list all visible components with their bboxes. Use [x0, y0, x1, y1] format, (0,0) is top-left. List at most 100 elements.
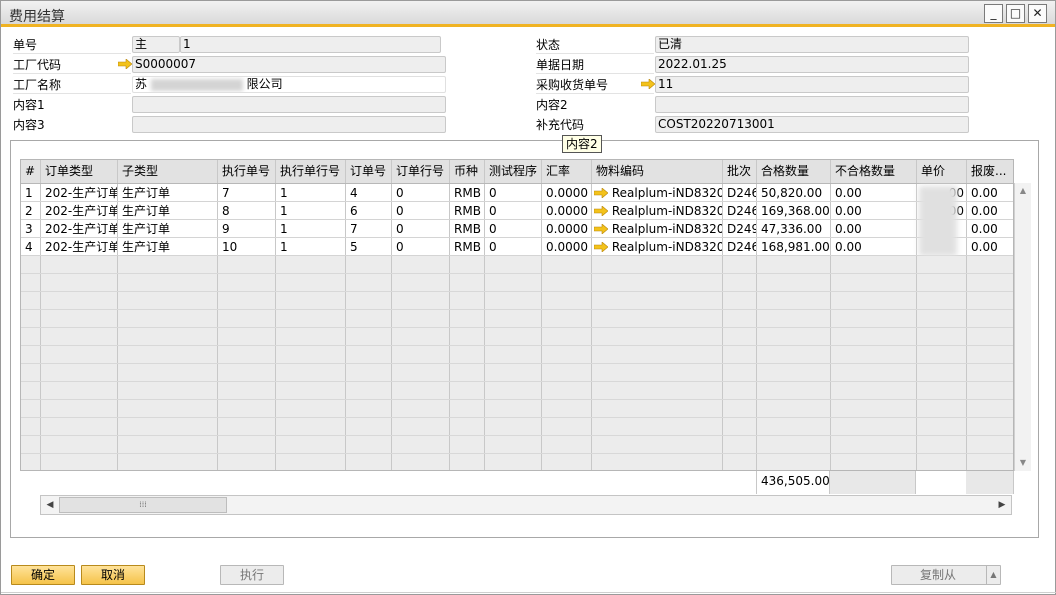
- empty-cell[interactable]: [392, 328, 450, 345]
- cancel-button[interactable]: 取消: [81, 565, 145, 585]
- qualified-qty-cell[interactable]: 169,368.00: [757, 202, 831, 219]
- empty-cell[interactable]: [485, 292, 542, 309]
- empty-cell[interactable]: [41, 364, 118, 381]
- empty-row[interactable]: [21, 454, 1013, 470]
- empty-cell[interactable]: [392, 454, 450, 470]
- col-header[interactable]: 不合格数量: [831, 160, 917, 183]
- empty-cell[interactable]: [757, 454, 831, 470]
- empty-cell[interactable]: [392, 274, 450, 291]
- empty-cell[interactable]: [118, 274, 218, 291]
- empty-cell[interactable]: [967, 256, 1013, 273]
- empty-cell[interactable]: [485, 418, 542, 435]
- empty-cell[interactable]: [757, 328, 831, 345]
- empty-cell[interactable]: [831, 256, 917, 273]
- test-program-cell[interactable]: 0: [485, 220, 542, 237]
- empty-cell[interactable]: [485, 364, 542, 381]
- empty-cell[interactable]: [917, 256, 967, 273]
- scroll-up-icon[interactable]: ▲: [1015, 183, 1031, 199]
- empty-cell[interactable]: [218, 292, 276, 309]
- batch-cell[interactable]: D246: [723, 184, 757, 201]
- empty-cell[interactable]: [542, 436, 592, 453]
- currency-cell[interactable]: RMB: [450, 184, 485, 201]
- scrap-cell[interactable]: 0.00: [967, 202, 1013, 219]
- link-arrow-icon[interactable]: [593, 187, 609, 199]
- table-row[interactable]: 1 202-生产订单 生产订单 7 1 4 0 RMB 0 0.0000 Rea…: [21, 184, 1013, 202]
- exec-line-cell[interactable]: 1: [276, 202, 346, 219]
- empty-cell[interactable]: [831, 418, 917, 435]
- empty-cell[interactable]: [21, 364, 41, 381]
- empty-cell[interactable]: [21, 346, 41, 363]
- currency-cell[interactable]: RMB: [450, 202, 485, 219]
- empty-cell[interactable]: [41, 346, 118, 363]
- rate-cell[interactable]: 0.0000: [542, 238, 592, 255]
- scrap-cell[interactable]: 0.00: [967, 238, 1013, 255]
- empty-cell[interactable]: [967, 310, 1013, 327]
- empty-cell[interactable]: [346, 418, 392, 435]
- empty-cell[interactable]: [967, 454, 1013, 470]
- empty-cell[interactable]: [831, 346, 917, 363]
- empty-cell[interactable]: [485, 310, 542, 327]
- table-row[interactable]: 2 202-生产订单 生产订单 8 1 6 0 RMB 0 0.0000 Rea…: [21, 202, 1013, 220]
- batch-cell[interactable]: D249: [723, 220, 757, 237]
- maximize-icon[interactable]: □: [1006, 4, 1025, 23]
- empty-cell[interactable]: [542, 400, 592, 417]
- empty-cell[interactable]: [450, 400, 485, 417]
- empty-cell[interactable]: [450, 418, 485, 435]
- exec-no-cell[interactable]: 9: [218, 220, 276, 237]
- empty-cell[interactable]: [21, 382, 41, 399]
- empty-cell[interactable]: [218, 382, 276, 399]
- empty-cell[interactable]: [831, 400, 917, 417]
- exec-line-cell[interactable]: 1: [276, 184, 346, 201]
- empty-cell[interactable]: [592, 364, 723, 381]
- scroll-right-icon[interactable]: ▶: [994, 497, 1010, 513]
- empty-cell[interactable]: [218, 418, 276, 435]
- empty-row[interactable]: [21, 346, 1013, 364]
- empty-cell[interactable]: [118, 400, 218, 417]
- empty-cell[interactable]: [723, 310, 757, 327]
- col-header[interactable]: #: [21, 160, 41, 183]
- col-header[interactable]: 子类型: [118, 160, 218, 183]
- empty-cell[interactable]: [218, 364, 276, 381]
- empty-cell[interactable]: [757, 364, 831, 381]
- rate-cell[interactable]: 0.0000: [542, 184, 592, 201]
- doc-series-select[interactable]: 主: [132, 36, 180, 53]
- empty-cell[interactable]: [917, 292, 967, 309]
- link-arrow-icon[interactable]: [641, 79, 655, 89]
- status-field[interactable]: 已清: [655, 36, 969, 53]
- empty-cell[interactable]: [392, 292, 450, 309]
- empty-cell[interactable]: [392, 310, 450, 327]
- rate-cell[interactable]: 0.0000: [542, 220, 592, 237]
- empty-cell[interactable]: [831, 310, 917, 327]
- empty-cell[interactable]: [917, 310, 967, 327]
- empty-cell[interactable]: [542, 328, 592, 345]
- empty-cell[interactable]: [592, 256, 723, 273]
- scroll-down-icon[interactable]: ▼: [1015, 455, 1031, 471]
- empty-cell[interactable]: [917, 328, 967, 345]
- empty-cell[interactable]: [276, 256, 346, 273]
- exec-no-cell[interactable]: 10: [218, 238, 276, 255]
- empty-cell[interactable]: [218, 346, 276, 363]
- empty-cell[interactable]: [276, 454, 346, 470]
- empty-cell[interactable]: [450, 364, 485, 381]
- empty-cell[interactable]: [41, 454, 118, 470]
- empty-cell[interactable]: [346, 292, 392, 309]
- test-program-cell[interactable]: 0: [485, 238, 542, 255]
- empty-cell[interactable]: [276, 400, 346, 417]
- empty-cell[interactable]: [276, 292, 346, 309]
- empty-cell[interactable]: [21, 418, 41, 435]
- empty-cell[interactable]: [346, 400, 392, 417]
- unqualified-qty-cell[interactable]: 0.00: [831, 238, 917, 255]
- empty-cell[interactable]: [542, 346, 592, 363]
- currency-cell[interactable]: RMB: [450, 220, 485, 237]
- empty-row[interactable]: [21, 436, 1013, 454]
- empty-cell[interactable]: [118, 436, 218, 453]
- item-code-cell[interactable]: Realplum-iND83205: [592, 184, 723, 201]
- empty-cell[interactable]: [450, 454, 485, 470]
- empty-cell[interactable]: [21, 274, 41, 291]
- subtype-cell[interactable]: 生产订单: [118, 184, 218, 201]
- order-type-cell[interactable]: 202-生产订单: [41, 202, 118, 219]
- col-header[interactable]: 订单类型: [41, 160, 118, 183]
- exec-no-cell[interactable]: 8: [218, 202, 276, 219]
- plant-code-field[interactable]: S0000007: [132, 56, 446, 73]
- empty-cell[interactable]: [917, 346, 967, 363]
